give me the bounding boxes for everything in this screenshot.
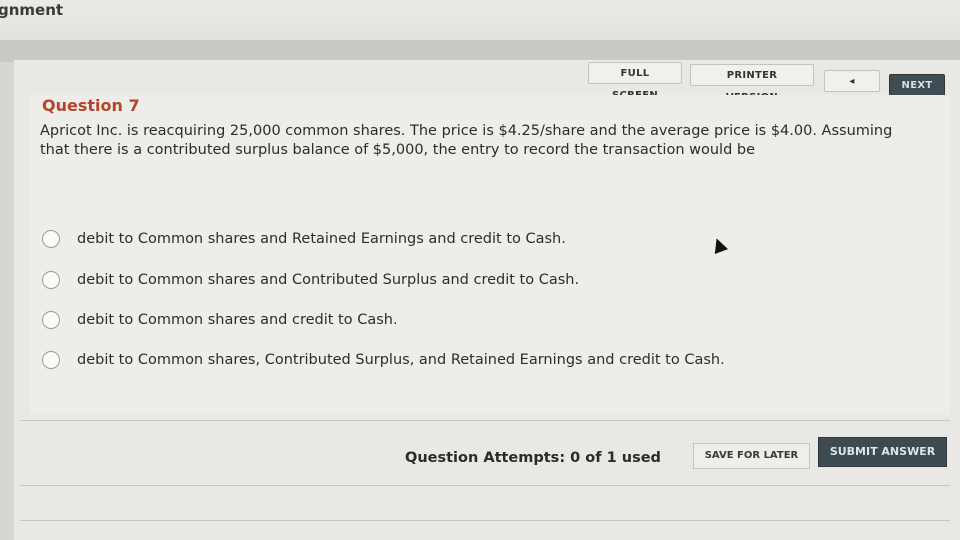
answer-option-label: debit to Common shares and Contributed S… (77, 272, 580, 288)
submit-answer-button[interactable]: SUBMIT ANSWER (818, 437, 947, 467)
radio-button[interactable] (42, 351, 60, 369)
assignment-title: gnment (0, 1, 64, 19)
answer-option-label: debit to Common shares and credit to Cas… (77, 312, 398, 328)
answer-option[interactable]: debit to Common shares and credit to Cas… (42, 309, 398, 331)
question-title: Question 7 (42, 96, 140, 115)
radio-button[interactable] (42, 271, 60, 289)
answer-option[interactable]: debit to Common shares and Contributed S… (42, 269, 579, 291)
answer-option[interactable]: debit to Common shares, Contributed Surp… (42, 349, 725, 371)
assignment-header: gnment (0, 0, 960, 40)
radio-button[interactable] (42, 230, 60, 248)
printer-version-button[interactable]: PRINTER VERSION (690, 64, 814, 103)
question-attempts: Question Attempts: 0 of 1 used (405, 450, 661, 466)
question-text: Apricot Inc. is reacquiring 25,000 commo… (40, 123, 893, 158)
answer-option[interactable]: debit to Common shares and Retained Earn… (42, 228, 566, 250)
section-divider (20, 420, 950, 421)
save-for-later-button[interactable]: SAVE FOR LATER (693, 443, 810, 469)
header-divider-band (0, 40, 960, 62)
answer-option-label: debit to Common shares and Retained Earn… (77, 231, 566, 247)
radio-button[interactable] (42, 311, 60, 329)
bottom-divider (20, 520, 950, 521)
full-screen-button[interactable]: FULL SCREEN (588, 62, 682, 101)
footer-divider (20, 485, 950, 486)
back-button[interactable]: ◂ BACK (824, 70, 880, 109)
answer-option-label: debit to Common shares, Contributed Surp… (77, 352, 725, 368)
next-button[interactable]: NEXT ▸ (889, 74, 945, 113)
